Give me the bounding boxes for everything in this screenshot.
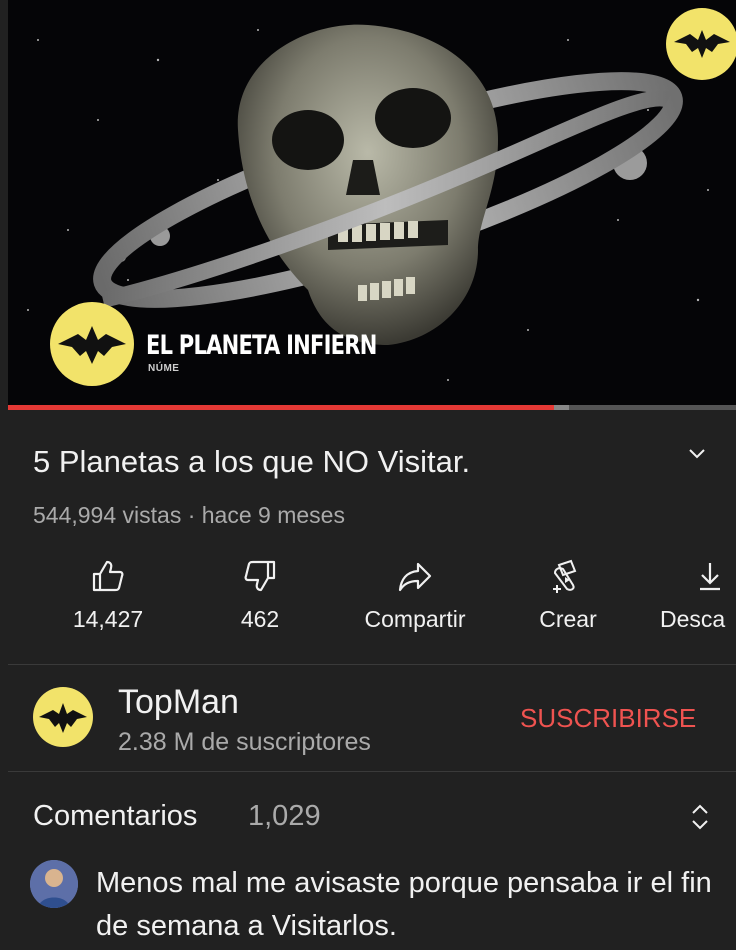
share-button[interactable]: Compartir xyxy=(350,556,480,633)
video-player[interactable]: EL PLANETA INFIERN NÚME xyxy=(8,0,736,408)
video-title[interactable]: 5 Planetas a los que NO Visitar. xyxy=(33,444,470,480)
commenter-avatar[interactable] xyxy=(30,860,78,908)
thumbs-up-icon xyxy=(62,556,154,596)
thumbs-down-icon xyxy=(220,556,300,596)
progress-fill xyxy=(8,405,554,410)
channel-name[interactable]: TopMan xyxy=(118,683,239,722)
comment-text: Menos mal me avisaste porque pensaba ir … xyxy=(96,867,712,942)
video-meta: 544,994 vistas · hace 9 meses xyxy=(33,502,345,528)
like-button[interactable]: 14,427 xyxy=(62,556,154,633)
divider xyxy=(8,771,736,772)
download-label: Desca xyxy=(660,606,726,632)
share-icon xyxy=(350,556,480,596)
channel-avatar[interactable] xyxy=(33,687,93,747)
share-label: Compartir xyxy=(364,606,466,632)
overlay-title: EL PLANETA INFIERN xyxy=(146,330,377,361)
chevron-down-icon[interactable] xyxy=(686,444,708,462)
dislike-button[interactable]: 462 xyxy=(220,556,300,633)
comments-title[interactable]: Comentarios xyxy=(33,800,197,833)
create-button[interactable]: Crear xyxy=(528,556,608,633)
divider xyxy=(8,664,736,665)
like-count: 14,427 xyxy=(72,606,144,632)
subscriber-count: 2.38 M de suscriptores xyxy=(118,728,371,756)
subscribe-button[interactable]: SUSCRIBIRSE xyxy=(520,703,696,734)
create-icon xyxy=(528,556,608,596)
download-icon xyxy=(660,556,736,596)
progress-bar[interactable] xyxy=(8,405,736,410)
download-button[interactable]: Desca xyxy=(660,556,736,633)
comments-count: 1,029 xyxy=(248,800,321,832)
expand-collapse-icon[interactable] xyxy=(688,800,712,834)
create-label: Crear xyxy=(539,606,597,632)
dislike-count: 462 xyxy=(240,606,280,632)
overlay-subtitle: NÚME xyxy=(148,363,180,374)
